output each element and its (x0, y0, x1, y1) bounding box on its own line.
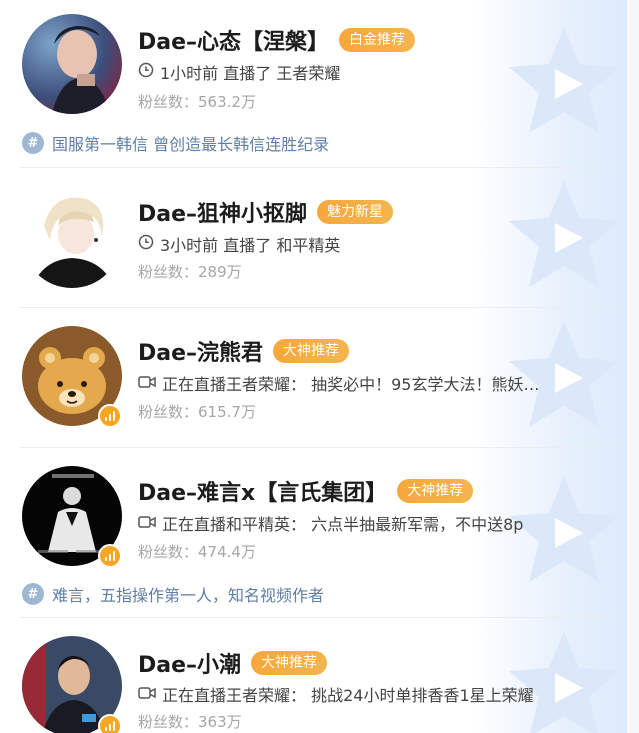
recommend-badge: 大神推荐 (397, 479, 474, 503)
streamer-card[interactable]: Dae–难言x【言氏集团】 大神推荐 正在直播和平精英： 六点半抽最新军需，不中… (0, 448, 627, 618)
streamer-card[interactable]: Dae–狙神小抠脚 魅力新星 3小时前 直播了 和平精英 粉丝数：289万 (0, 168, 627, 308)
fans-label: 粉丝数： (138, 263, 199, 281)
fans-count: 474.4万 (198, 543, 256, 561)
play-decoration-icon (473, 618, 627, 733)
video-camera-icon (138, 514, 156, 533)
streamer-name[interactable]: Dae–浣熊君 (138, 335, 263, 367)
video-camera-icon (138, 685, 156, 704)
stream-status: 正在直播王者荣耀： 抽奖必中！95玄学大法！熊妖… (162, 375, 540, 394)
stream-status: 3小时前 直播了 和平精英 (160, 236, 341, 255)
recommend-badge: 大神推荐 (273, 339, 350, 363)
fans-label: 粉丝数： (138, 543, 199, 561)
fans-label: 粉丝数： (138, 93, 199, 111)
stream-status: 正在直播王者荣耀： 挑战24小时单排香香1星上荣耀 (162, 686, 534, 705)
topic-text: 国服第一韩信 曾创造最长韩信连胜纪录 (52, 135, 330, 154)
streamer-name[interactable]: Dae–心态【涅槃】 (138, 24, 329, 56)
fans-count: 363万 (198, 713, 242, 731)
streamer-card[interactable]: Dae–心态【涅槃】 白金推荐 1小时前 直播了 王者荣耀 粉丝数：563.2万… (0, 0, 627, 168)
hashtag-icon: # (22, 132, 44, 154)
streamer-name[interactable]: Dae–狙神小抠脚 (138, 196, 307, 228)
live-signal-icon (98, 544, 122, 568)
fans-count: 563.2万 (198, 93, 256, 111)
fans-count: 615.7万 (198, 403, 256, 421)
fans-label: 粉丝数： (138, 713, 199, 731)
streamer-card[interactable]: Dae–小潮 大神推荐 正在直播王者荣耀： 挑战24小时单排香香1星上荣耀 粉丝… (0, 618, 627, 733)
live-signal-icon (98, 404, 122, 428)
recommend-badge: 魅力新星 (317, 200, 394, 224)
recommend-badge: 大神推荐 (251, 651, 328, 675)
recommend-badge: 白金推荐 (339, 28, 416, 52)
live-signal-icon (98, 714, 122, 733)
avatar[interactable] (22, 14, 122, 114)
video-camera-icon (138, 374, 156, 393)
play-decoration-icon (473, 0, 627, 168)
topic-link[interactable]: # 难言，五指操作第一人，知名视频作者 (22, 582, 324, 606)
stream-status: 正在直播和平精英： 六点半抽最新军需，不中送8p (162, 515, 524, 534)
fans-label: 粉丝数： (138, 403, 199, 421)
streamer-list: Dae–心态【涅槃】 白金推荐 1小时前 直播了 王者荣耀 粉丝数：563.2万… (0, 0, 639, 733)
topic-link[interactable]: # 国服第一韩信 曾创造最长韩信连胜纪录 (22, 131, 329, 155)
scrollbar[interactable] (627, 0, 639, 733)
fans-count: 289万 (198, 263, 242, 281)
streamer-name[interactable]: Dae–小潮 (138, 647, 241, 679)
topic-text: 难言，五指操作第一人，知名视频作者 (52, 586, 325, 605)
clock-icon (138, 62, 154, 82)
avatar[interactable] (22, 188, 122, 288)
hashtag-icon: # (22, 583, 44, 605)
clock-icon (138, 234, 154, 254)
streamer-card[interactable]: Dae–浣熊君 大神推荐 正在直播王者荣耀： 抽奖必中！95玄学大法！熊妖… 粉… (0, 308, 627, 448)
streamer-name[interactable]: Dae–难言x【言氏集团】 (138, 475, 387, 507)
stream-status: 1小时前 直播了 王者荣耀 (160, 64, 341, 83)
